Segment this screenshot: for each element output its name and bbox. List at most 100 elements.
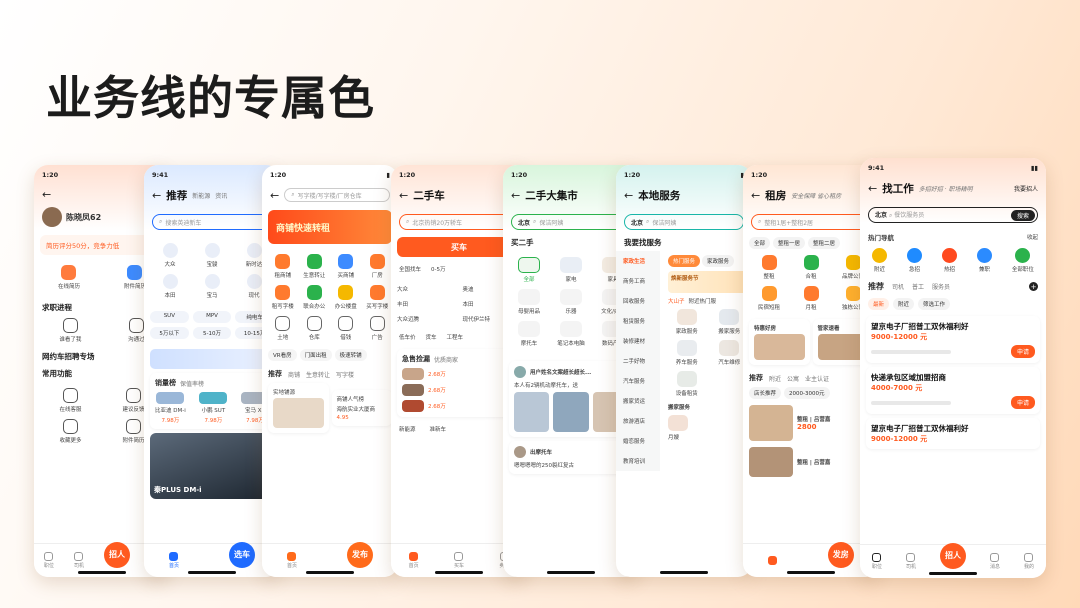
filter-chip[interactable]: 整租一居 [773,237,806,249]
tab-recommend[interactable]: 推荐 [166,188,187,203]
tab-nearby[interactable]: 附近 [769,374,781,383]
brand-link[interactable]: 大众 [397,285,456,293]
grid-item[interactable]: 联合办公 [300,285,330,310]
nationwide-filter[interactable]: 全国找车 [399,265,421,273]
post-card[interactable]: 用户姓名文案超长超长... 本人有2辆机动摩托车，送 [509,361,633,437]
hot-services-tab[interactable]: 热门服务 [668,255,701,267]
hot-rank-title[interactable]: 销量榜 [155,378,176,388]
brand-item[interactable]: 本田 [150,274,190,299]
city-selector[interactable]: 北京 [518,218,530,227]
category-item[interactable]: 摩托车 [509,321,549,347]
category-link[interactable]: 货车 [426,333,437,341]
value-rank-tab[interactable]: 保值率榜 [180,379,204,388]
deal-price[interactable]: 2.68万 [428,402,446,410]
grid-item[interactable]: 租商铺 [268,254,298,279]
recruit-fab[interactable]: 招人 [939,542,966,569]
location-tag[interactable]: 大山子 [668,297,685,305]
back-icon[interactable]: ← [42,188,51,201]
tab-recommend[interactable]: 推荐 [868,281,884,292]
filter-chip[interactable]: MPV [192,311,232,323]
filter-jobs[interactable]: 筛选工作 [918,298,951,310]
grid-item[interactable]: 民宿短租 [749,286,789,311]
category-link[interactable]: 低车价 [399,333,416,341]
city-selector[interactable]: 北京 [631,218,643,227]
promo-banner[interactable] [150,349,274,369]
collapse-button[interactable]: 收起 [1027,233,1038,241]
filter-chip[interactable]: 店长推荐 [749,387,782,399]
promo-banner[interactable]: 焕新服务节 [668,271,748,293]
grid-item[interactable]: 月租 [791,286,831,311]
search-input[interactable]: 北京 ⌕ 餐饮服务员 搜索 [868,207,1038,223]
grid-item[interactable]: 整租 [749,255,789,280]
search-input[interactable]: ⌕ 整租1居+整租2居 [751,214,871,230]
back-icon[interactable]: ← [868,182,877,195]
back-icon[interactable]: ← [399,189,408,202]
recruit-fab[interactable]: 招人 [103,541,130,568]
category-item[interactable]: 乐器 [551,289,591,315]
tab-waiter[interactable]: 服务员 [932,282,950,291]
nav-item[interactable]: 租赁服务 [620,315,656,327]
category-item[interactable]: 全部 [509,257,549,283]
brand-link[interactable]: 大众迈腾 [397,315,456,323]
search-input[interactable]: ⌕ 写字楼/写字楼/厂房仓库 [284,188,390,202]
filter-latest[interactable]: 最新 [868,298,890,310]
listing-row[interactable]: 整租 | 吕营嘉 [743,445,879,479]
nav-item[interactable]: 装修建材 [620,335,656,347]
apply-button[interactable]: 申请 [1010,396,1035,409]
job-card[interactable]: 望京电子厂招普工双休福利好 9000-12000 元 [866,418,1040,449]
grid-item[interactable]: 仓库 [300,316,330,341]
service-item[interactable]: 养车服务 [668,340,706,366]
tab-office[interactable]: 写字楼 [336,370,354,379]
filter-chip[interactable]: 整租二居 [808,237,841,249]
nanny-item[interactable]: 月嫂 [668,415,748,441]
resume-tip[interactable]: 简历评分50分，竞争力低 [46,242,119,250]
nav-item[interactable]: 教育培训 [620,455,656,467]
add-icon[interactable]: + [1029,282,1038,291]
nav-all-jobs[interactable]: 全部职位 [1012,248,1034,273]
tab-jobs[interactable]: 职位 [44,552,54,569]
nav-item[interactable]: 回收服务 [620,295,656,307]
nav-item[interactable]: 汽车服务 [620,375,656,387]
tab-home[interactable]: 首页 [169,552,179,569]
new-energy-link[interactable]: 新能源 [399,425,416,433]
tab-new-energy[interactable]: 新能源 [192,191,210,200]
promo-banner[interactable]: 商铺快速转租 [268,210,392,244]
tab-transfer[interactable]: 生意转让 [306,370,330,379]
job-card[interactable]: 快递承包区域加盟招商 4000-7000 元 申请 [866,367,1040,414]
vr-tour-card[interactable]: VR看房 [268,349,297,361]
listing-card[interactable]: 实地铺源 [268,383,329,433]
grid-item[interactable]: 借钱 [331,316,361,341]
tab-jobs[interactable]: 职位 [872,553,882,570]
filter-nearby[interactable]: 附近 [893,298,915,310]
avatar[interactable] [42,207,62,227]
tab-worker[interactable]: 普工 [912,282,924,291]
fn-favorites[interactable]: 收藏更多 [40,419,101,444]
grid-item[interactable]: 买写字楼 [363,285,393,310]
tab-drivers[interactable]: 司机 [906,553,916,570]
quick-transfer-card[interactable]: 极速转铺 [334,349,367,361]
search-input[interactable]: ⌕ 北京热销20万轿车 [399,214,519,230]
grid-item[interactable]: 广告 [363,316,393,341]
post-room-fab[interactable]: 发房 [827,541,854,568]
service-item[interactable]: 家政服务 [668,309,706,335]
back-icon[interactable]: ← [624,189,633,202]
grid-item[interactable]: 厂房 [363,254,393,279]
tab-home[interactable] [768,556,778,565]
tab-recommend[interactable]: 推荐 [749,373,763,383]
tab-me[interactable]: 我的 [1024,553,1034,570]
listing-card[interactable]: 商铺人气榜 海航实业大厦商 4.95 [331,390,392,426]
nav-hot[interactable]: 热招 [941,248,957,273]
job-card[interactable]: 望京电子厂招普工双休福利好 9000-12000 元 申请 [866,316,1040,363]
category-link[interactable]: 工程车 [447,333,464,341]
tab-verified[interactable]: 业主认证 [805,374,829,383]
category-item[interactable]: 家电 [551,257,591,283]
filter-chip[interactable]: 5万以下 [150,327,189,339]
search-input[interactable]: ⌕ 搜索英迪新车 [152,214,272,230]
filter-chip[interactable]: 全部 [749,237,771,249]
tab-home[interactable]: 首页 [287,552,297,569]
brand-item[interactable]: 大众 [150,243,190,268]
contacted[interactable]: 沟通过 [128,318,145,343]
grid-item[interactable]: 租写字楼 [268,285,298,310]
tab-buy[interactable]: 买车 [454,552,464,569]
select-car-fab[interactable]: 选车 [228,541,255,568]
